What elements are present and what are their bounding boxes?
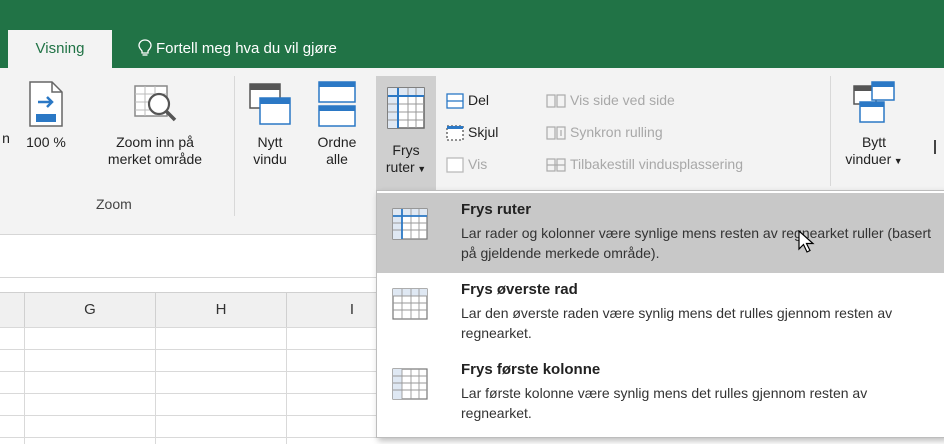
- freeze-panes-menu: Frys ruter Lar rader og kolonner være sy…: [376, 190, 944, 438]
- lightbulb-icon: [138, 39, 152, 56]
- freeze-panes-label-line1: Frys: [392, 142, 420, 158]
- menu-item-description: Lar første kolonne være synlig mens det …: [461, 385, 868, 421]
- zoom-selection-label-line1: Zoom inn på: [116, 134, 194, 150]
- switch-windows-label-line2: vinduer ▼: [845, 151, 903, 167]
- zoom-selection-icon: [134, 85, 177, 122]
- zoom-group-label: Zoom: [96, 196, 132, 212]
- zoom-100-icon: [29, 81, 63, 127]
- ribbon-tab-row: Visning Fortell meg hva du vil gjøre: [0, 30, 944, 68]
- new-window-icon: [249, 83, 291, 125]
- group-separator: [234, 76, 235, 216]
- sync-scroll-icon: [546, 126, 566, 140]
- switch-windows-button[interactable]: Bytt vinduer ▼: [838, 80, 910, 170]
- menu-item-title: Frys første kolonne: [461, 361, 601, 378]
- hide-icon: [446, 125, 464, 141]
- reset-position-icon: [546, 158, 566, 172]
- synchronous-scrolling-button[interactable]: Synkron rulling: [546, 122, 663, 142]
- group-separator: [830, 76, 831, 186]
- menu-item-description: Lar den øverste raden være synlig mens d…: [461, 305, 893, 341]
- title-bar: [0, 0, 944, 30]
- new-window-label-line2: vindu: [253, 151, 287, 167]
- column-header-g[interactable]: G: [25, 293, 156, 327]
- zoom-selection-label-line2: merket område: [107, 151, 203, 167]
- reset-window-position-label: Tilbakestill vindusplassering: [570, 156, 744, 172]
- switch-windows-label-line1: Bytt: [861, 134, 887, 150]
- freeze-panes-button[interactable]: Frys ruter ▼: [376, 76, 436, 190]
- freeze-first-column-icon: [392, 368, 428, 400]
- arrange-all-label-line2: alle: [326, 151, 348, 167]
- hide-label: Skjul: [468, 124, 499, 140]
- tell-me-text: Fortell meg hva du vil gjøre: [156, 40, 337, 57]
- grid-line: [24, 327, 25, 444]
- freeze-panes-icon: [392, 208, 428, 240]
- unhide-label: Vis: [468, 156, 488, 172]
- hide-button[interactable]: Skjul: [446, 122, 498, 142]
- split-label: Del: [468, 92, 490, 108]
- freeze-top-row-icon: [392, 288, 428, 320]
- reset-window-position-button[interactable]: Tilbakestill vindusplassering: [546, 154, 743, 174]
- zoom-100-button[interactable]: 100 %: [18, 80, 74, 151]
- view-side-by-side-button[interactable]: Vis side ved side: [546, 90, 675, 110]
- new-window-label-line1: Nytt: [257, 134, 283, 150]
- grid-line: [286, 327, 287, 444]
- grid-line: [155, 327, 156, 444]
- unhide-icon: [446, 157, 464, 173]
- dropdown-caret-icon: ▼: [891, 156, 903, 166]
- menu-item-freeze-first-column[interactable]: Frys første kolonne Lar første kolonne v…: [377, 353, 944, 433]
- cut-off-button-label: n: [2, 130, 10, 146]
- arrange-all-icon: [318, 81, 356, 127]
- arrange-all-button[interactable]: Ordne alle: [308, 80, 366, 168]
- new-window-button[interactable]: Nytt vindu: [240, 80, 300, 168]
- unhide-button[interactable]: Vis: [446, 154, 487, 174]
- tab-visning[interactable]: Visning: [8, 30, 112, 68]
- cut-off-control: [934, 138, 944, 156]
- menu-item-title: Frys ruter: [461, 201, 532, 218]
- side-by-side-icon: [546, 94, 566, 108]
- tell-me-box[interactable]: Fortell meg hva du vil gjøre: [138, 30, 337, 68]
- freeze-panes-label-line2: ruter ▼: [385, 159, 427, 175]
- menu-item-title: Frys øverste rad: [461, 281, 578, 298]
- synchronous-scrolling-label: Synkron rulling: [570, 124, 663, 140]
- view-side-by-side-label: Vis side ved side: [570, 92, 675, 108]
- mouse-cursor-icon: [798, 230, 815, 253]
- freeze-panes-icon: [387, 87, 425, 129]
- menu-item-freeze-top-row[interactable]: Frys øverste rad Lar den øverste raden v…: [377, 273, 944, 353]
- column-header-h[interactable]: H: [156, 293, 287, 327]
- column-header-partial[interactable]: [0, 293, 25, 327]
- menu-item-freeze-panes[interactable]: Frys ruter Lar rader og kolonner være sy…: [377, 193, 944, 273]
- menu-item-description: Lar rader og kolonner være synlige mens …: [461, 225, 932, 261]
- split-icon: [446, 93, 464, 109]
- split-button[interactable]: Del: [446, 90, 489, 110]
- zoom-to-selection-button[interactable]: Zoom inn på merket område: [82, 80, 228, 168]
- arrange-all-label-line1: Ordne: [317, 134, 357, 150]
- dropdown-caret-icon: ▼: [414, 164, 427, 174]
- switch-windows-icon: [853, 81, 895, 123]
- zoom-100-label: 100 %: [26, 134, 66, 150]
